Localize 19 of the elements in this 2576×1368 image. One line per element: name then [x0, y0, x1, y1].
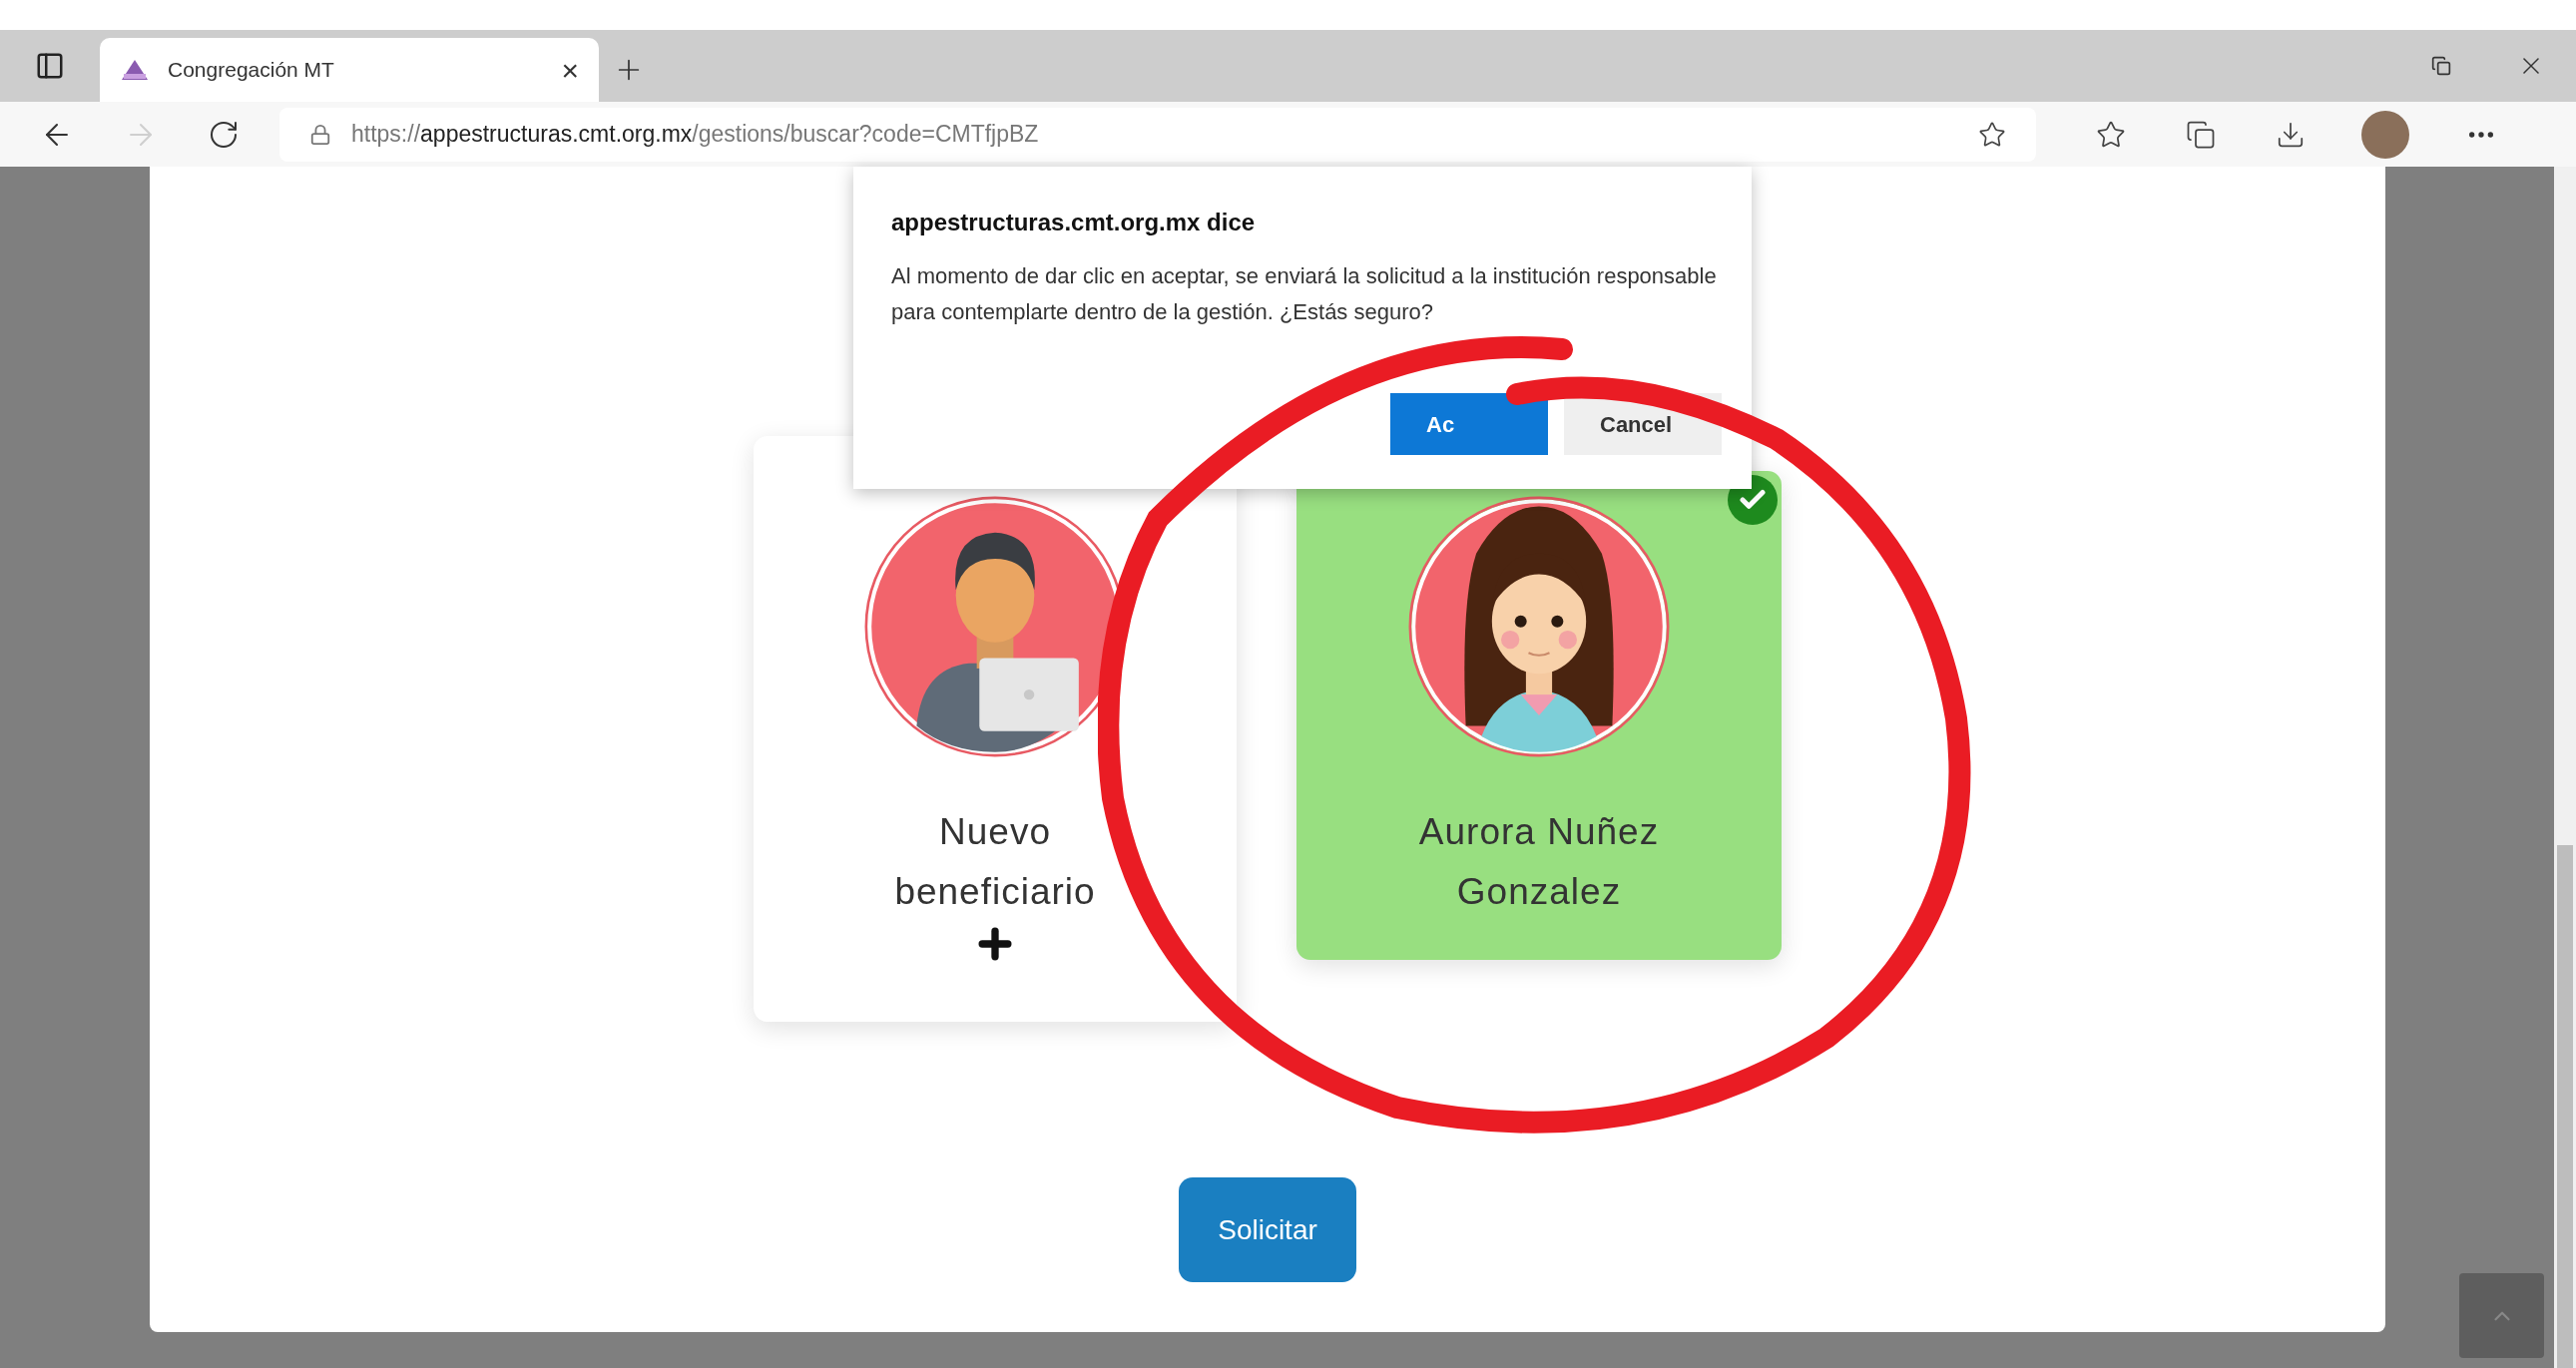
tab-title: Congregación MT: [168, 57, 335, 84]
dialog-title: appestructuras.cmt.org.mx dice: [891, 208, 1257, 237]
address-field[interactable]: https://appestructuras.cmt.org.mx/gestions/buscar?code=CMTfjpBZ: [279, 107, 2036, 162]
scrollbar[interactable]: [2554, 167, 2576, 1368]
add-favorite-icon[interactable]: [1978, 120, 2006, 149]
favorites-icon[interactable]: [2096, 119, 2126, 150]
beneficiary-name: Nuevo beneficiario: [893, 810, 1097, 914]
lock-icon: [309, 123, 331, 146]
submit-button[interactable]: Solicitar: [1179, 1177, 1356, 1282]
selected-beneficiary-card[interactable]: Aurora Nuñez Gonzalez: [1296, 471, 1782, 960]
beneficiary-name: Aurora Nuñez Gonzalez: [1417, 810, 1661, 914]
profile-avatar[interactable]: [2361, 110, 2409, 159]
accept-button[interactable]: Ac: [1390, 393, 1548, 455]
browser-tab[interactable]: Congregación MT ×: [100, 38, 599, 102]
dialog-message: Al momento de dar clic en aceptar, se enviará la solicitud a la institución responsable para contemplarte dentro de la gestión. ¿Estás seguro?: [891, 262, 1718, 326]
tab-close-button[interactable]: ×: [561, 47, 579, 93]
url-text: https://appestructuras.cmt.org.mx/gestions/buscar?code=CMTfjpBZ: [351, 120, 1040, 150]
site-logo-icon: [120, 58, 150, 82]
collections-icon[interactable]: [2186, 119, 2216, 150]
